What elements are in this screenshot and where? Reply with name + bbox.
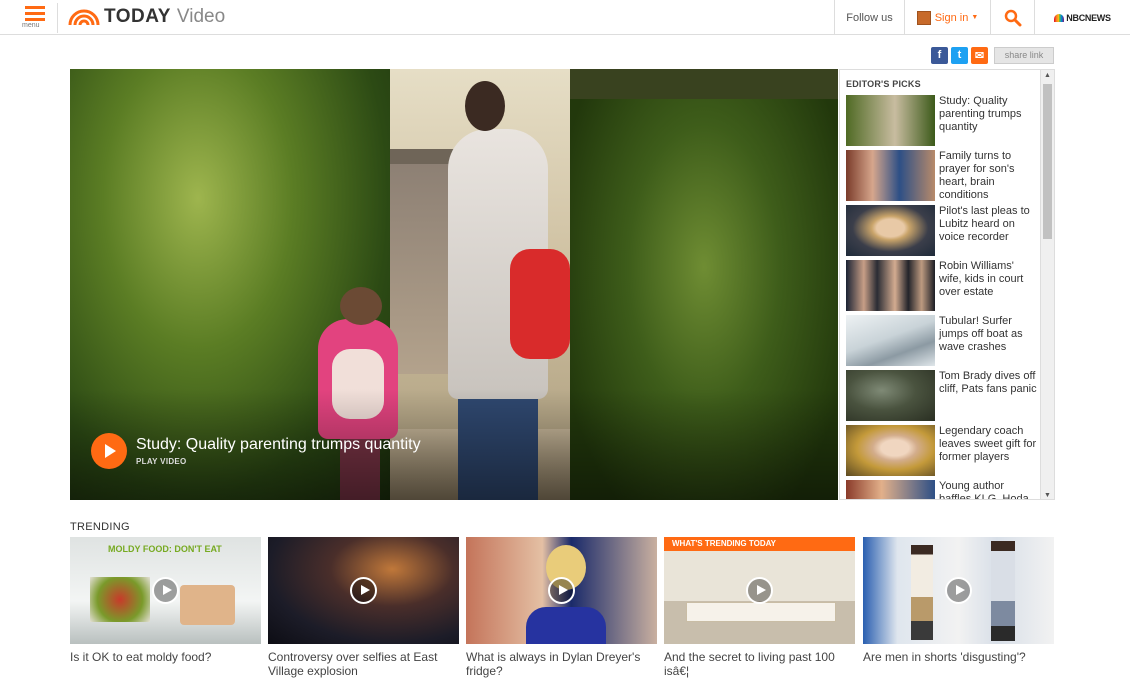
trending-card[interactable]: Are men in shorts 'disgusting'? bbox=[863, 537, 1054, 664]
pick-thumbnail bbox=[846, 480, 935, 499]
pick-label: Family turns to prayer for son's heart, … bbox=[939, 150, 1015, 201]
pick-thumbnail bbox=[846, 150, 935, 201]
pick-label: Study: Quality parenting trumps quantity bbox=[939, 95, 1022, 133]
play-icon[interactable] bbox=[746, 577, 773, 604]
trending-card[interactable]: WHAT'S TRENDING TODAY And the secret to … bbox=[664, 537, 855, 678]
pick-label: Tubular! Surfer jumps off boat as wave c… bbox=[939, 315, 1023, 353]
site-header: menu TODAY Video Follow us Sign in ▼ NBC… bbox=[0, 0, 1130, 35]
pick-item[interactable]: Young author baffles KLG, Hoda bbox=[846, 480, 1041, 500]
trending-thumbnail bbox=[466, 537, 657, 644]
editors-picks-title: EDITOR'S PICKS bbox=[846, 79, 921, 89]
trending-label: And the secret to living past 100 isâ€¦ bbox=[664, 650, 835, 678]
pick-thumbnail bbox=[846, 205, 935, 256]
person-figure bbox=[991, 541, 1015, 641]
trending-label: Controversy over selfies at East Village… bbox=[268, 650, 438, 678]
facebook-icon: f bbox=[937, 49, 942, 61]
editors-picks-panel: EDITOR'S PICKS Study: Quality parenting … bbox=[839, 69, 1055, 500]
person-figure bbox=[911, 545, 933, 640]
pick-thumbnail bbox=[846, 425, 935, 476]
trending-card[interactable]: MOLDY FOOD: DON'T EAT Is it OK to eat mo… bbox=[70, 537, 261, 664]
thumbnail-overlay-text: MOLDY FOOD: DON'T EAT bbox=[108, 544, 222, 554]
food-image bbox=[180, 585, 235, 625]
nbc-news-link[interactable]: NBCNEWS bbox=[1034, 0, 1130, 35]
pick-item[interactable]: Study: Quality parenting trumps quantity bbox=[846, 95, 1041, 147]
search-button[interactable] bbox=[990, 0, 1034, 35]
hamburger-icon-bar bbox=[25, 18, 45, 21]
pick-item[interactable]: Legendary coach leaves sweet gift for fo… bbox=[846, 425, 1041, 477]
person-dress bbox=[526, 607, 606, 644]
pick-thumbnail bbox=[846, 95, 935, 146]
thumbnail-overlay-text: WHAT'S TRENDING TODAY bbox=[672, 539, 776, 548]
trending-thumbnail bbox=[268, 537, 459, 644]
pick-label: Pilot's last pleas to Lubitz heard on vo… bbox=[939, 205, 1030, 243]
sign-in-button[interactable]: Sign in ▼ bbox=[904, 0, 990, 35]
pick-thumbnail bbox=[846, 260, 935, 311]
hero-video-player[interactable]: Study: Quality parenting trumps quantity… bbox=[70, 69, 838, 500]
hero-video-title[interactable]: Study: Quality parenting trumps quantity bbox=[136, 436, 421, 454]
email-share-button[interactable]: ✉ bbox=[971, 46, 988, 64]
nbc-news-label: NBCNEWS bbox=[1066, 12, 1111, 23]
header-actions: Follow us Sign in ▼ NBCNEWS bbox=[834, 0, 1130, 35]
trending-thumbnail: MOLDY FOOD: DON'T EAT bbox=[70, 537, 261, 644]
caret-down-icon: ▼ bbox=[971, 14, 979, 21]
user-avatar-icon bbox=[916, 10, 931, 25]
sunrise-icon bbox=[68, 9, 100, 26]
trending-title: TRENDING bbox=[70, 521, 130, 533]
hero-scene-bag bbox=[510, 249, 570, 359]
play-video-label[interactable]: PLAY VIDEO bbox=[136, 457, 187, 466]
trending-card[interactable]: What is always in Dylan Dreyer's fridge? bbox=[466, 537, 657, 678]
twitter-share-button[interactable]: t bbox=[951, 46, 968, 64]
twitter-icon: t bbox=[957, 49, 962, 61]
hamburger-icon-bar bbox=[25, 12, 45, 15]
trending-label: Is it OK to eat moldy food? bbox=[70, 650, 212, 664]
trending-thumbnail bbox=[863, 537, 1054, 644]
pick-item[interactable]: Tom Brady dives off cliff, Pats fans pan… bbox=[846, 370, 1041, 422]
logo-today-text: TODAY bbox=[104, 6, 171, 27]
play-icon[interactable] bbox=[152, 577, 179, 604]
pick-item[interactable]: Family turns to prayer for son's heart, … bbox=[846, 150, 1041, 202]
share-bar: f t ✉ share link bbox=[931, 46, 1054, 64]
today-logo[interactable]: TODAY Video bbox=[68, 6, 225, 28]
facebook-share-button[interactable]: f bbox=[931, 46, 948, 64]
pick-thumbnail bbox=[846, 370, 935, 421]
sign-in-label: Sign in bbox=[934, 11, 969, 24]
pick-item[interactable]: Pilot's last pleas to Lubitz heard on vo… bbox=[846, 205, 1041, 257]
scrollbar-thumb[interactable] bbox=[1043, 84, 1052, 239]
pick-thumbnail bbox=[846, 315, 935, 366]
trending-label: Are men in shorts 'disgusting'? bbox=[863, 650, 1026, 664]
pick-label: Legendary coach leaves sweet gift for fo… bbox=[939, 425, 1037, 463]
search-icon bbox=[1004, 9, 1021, 26]
hero-scene-child bbox=[340, 287, 382, 325]
food-image bbox=[90, 577, 150, 622]
hero-scene-figure bbox=[465, 81, 505, 131]
trending-card[interactable]: Controversy over selfies at East Village… bbox=[268, 537, 459, 678]
play-icon[interactable] bbox=[548, 577, 575, 604]
pick-label: Robin Williams' wife, kids in court over… bbox=[939, 260, 1024, 298]
trending-thumbnail: WHAT'S TRENDING TODAY bbox=[664, 537, 855, 644]
play-icon[interactable] bbox=[350, 577, 377, 604]
pick-label: Tom Brady dives off cliff, Pats fans pan… bbox=[939, 370, 1037, 395]
pick-label: Young author baffles KLG, Hoda bbox=[939, 480, 1029, 500]
play-icon[interactable] bbox=[91, 433, 127, 469]
scroll-down-icon[interactable]: ▼ bbox=[1044, 492, 1051, 499]
logo-video-text: Video bbox=[176, 6, 226, 27]
news-desk bbox=[686, 602, 836, 622]
pick-item[interactable]: Tubular! Surfer jumps off boat as wave c… bbox=[846, 315, 1041, 367]
pick-item[interactable]: Robin Williams' wife, kids in court over… bbox=[846, 260, 1041, 312]
hamburger-icon bbox=[25, 6, 45, 9]
follow-us-button[interactable]: Follow us bbox=[834, 0, 904, 35]
email-icon: ✉ bbox=[974, 49, 985, 62]
peacock-icon bbox=[1054, 13, 1065, 22]
picks-scrollbar[interactable]: ▲ ▼ bbox=[1040, 70, 1054, 499]
menu-label: menu bbox=[22, 22, 40, 29]
scroll-up-icon[interactable]: ▲ bbox=[1044, 72, 1051, 79]
play-icon[interactable] bbox=[945, 577, 972, 604]
menu-button[interactable]: menu bbox=[14, 3, 58, 33]
share-link-button[interactable]: share link bbox=[994, 46, 1054, 64]
trending-label: What is always in Dylan Dreyer's fridge? bbox=[466, 650, 641, 678]
